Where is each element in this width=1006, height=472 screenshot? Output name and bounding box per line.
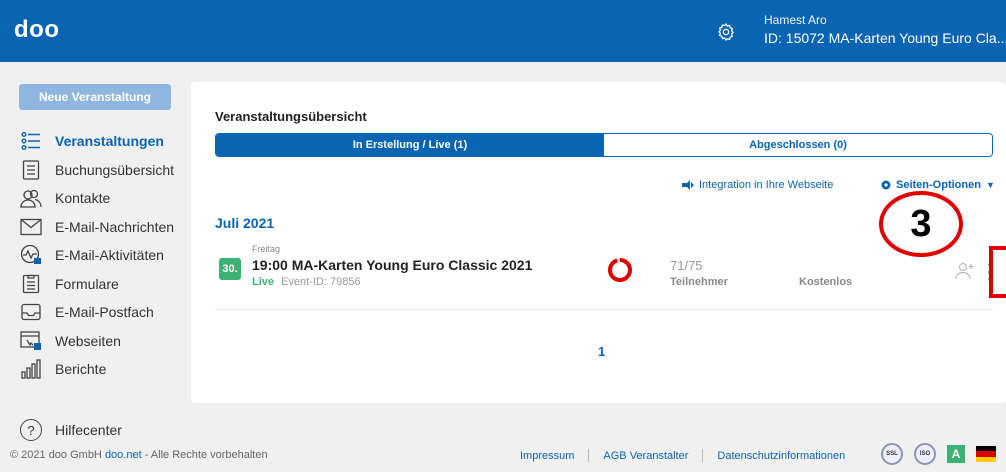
inbox-icon	[20, 301, 42, 323]
sidebar-item-label: E-Mail-Postfach	[55, 304, 154, 321]
tab-abgeschlossen[interactable]: Abgeschlossen (0)	[604, 134, 992, 156]
german-flag-icon[interactable]	[976, 446, 996, 462]
brand-link[interactable]: doo.net	[105, 449, 142, 461]
iso-badge-icon: ISO	[914, 443, 936, 465]
new-event-button[interactable]: Neue Veranstaltung	[19, 84, 171, 110]
sidebar-item-label: Buchungsübersicht	[55, 161, 175, 178]
gear-icon[interactable]	[716, 22, 736, 42]
page-options-link[interactable]: Seiten-Optionen ▼	[880, 179, 995, 191]
contacts-icon	[20, 187, 42, 209]
sidebar: Neue Veranstaltung Veranstaltungen Buchu…	[0, 62, 190, 441]
participants-ring	[608, 258, 632, 282]
question-icon: ?	[20, 419, 42, 441]
user-menu[interactable]: Hamest Aro ID: 15072 MA-Karten Young Eur…	[764, 11, 1006, 47]
event-title[interactable]: 19:00 MA-Karten Young Euro Classic 2021	[252, 257, 532, 273]
sidebar-item-label: Veranstaltungen	[55, 133, 164, 150]
event-overview-card: Veranstaltungsübersicht In Erstellung / …	[191, 82, 1006, 403]
tab-bar: In Erstellung / Live (1) Abgeschlossen (…	[215, 133, 993, 157]
footer: © 2021 doo GmbH doo.net - Alle Rechte vo…	[0, 440, 1006, 472]
month-heading: Juli 2021	[215, 215, 275, 231]
user-name: Hamest Aro	[764, 13, 827, 27]
footer-links: Impressum AGB Veranstalter Datenschutzin…	[520, 449, 845, 462]
integration-icon	[682, 180, 694, 190]
a-rating-badge-icon: A	[947, 445, 965, 463]
help-label: Hilfecenter	[55, 422, 122, 438]
user-id-line: ID: 15072 MA-Karten Young Euro Cla...	[764, 30, 1006, 46]
page-title: Veranstaltungsübersicht	[215, 109, 367, 124]
sidebar-item-label: Formulare	[55, 275, 119, 292]
sidebar-item-label: E-Mail-Aktivitäten	[55, 247, 164, 264]
tab-in-erstellung-live[interactable]: In Erstellung / Live (1)	[216, 134, 604, 156]
copyright: © 2021 doo GmbH doo.net - Alle Rechte vo…	[10, 449, 268, 461]
copyright-suffix: - Alle Rechte vorbehalten	[141, 449, 268, 461]
sidebar-item-webseiten[interactable]: Webseiten	[20, 327, 174, 356]
envelope-icon	[20, 216, 42, 238]
agb-link[interactable]: AGB Veranstalter	[603, 450, 688, 462]
list-icon	[20, 130, 42, 152]
activity-icon	[20, 244, 42, 266]
sidebar-item-email-postfach[interactable]: E-Mail-Postfach	[20, 298, 174, 327]
sidebar-item-label: Kontakte	[55, 190, 111, 207]
pagination-page[interactable]: 1	[598, 344, 605, 359]
sidebar-item-label: E-Mail-Nachrichten	[55, 218, 175, 235]
ssl-badge-icon: SSL	[881, 443, 903, 465]
integration-label: Integration in Ihre Webseite	[699, 179, 834, 191]
add-participant-icon[interactable]	[955, 261, 975, 281]
bar-chart-icon	[20, 358, 42, 380]
copyright-prefix: © 2021 doo GmbH	[10, 449, 105, 461]
integration-link[interactable]: Integration in Ihre Webseite	[681, 179, 833, 191]
form-icon	[20, 273, 42, 295]
event-day-badge: 30.	[219, 258, 241, 280]
sidebar-item-formulare[interactable]: Formulare	[20, 270, 174, 299]
help-center-link[interactable]: ? Hilfecenter	[20, 419, 122, 441]
event-weekday: Freitag	[252, 244, 281, 254]
privacy-link[interactable]: Datenschutzinformationen	[717, 450, 845, 462]
caret-down-icon: ▼	[985, 180, 995, 190]
participants-count: 71/75	[670, 258, 703, 273]
sidebar-item-label: Berichte	[55, 361, 107, 378]
sidebar-item-kontakte[interactable]: Kontakte	[20, 184, 174, 213]
event-row[interactable]: Freitag 30. 19:00 MA-Karten Young Euro C…	[215, 242, 993, 310]
sidebar-item-buchungsuebersicht[interactable]: Buchungsübersicht	[20, 156, 174, 185]
sidebar-item-label: Webseiten	[55, 332, 121, 349]
sidebar-item-veranstaltungen[interactable]: Veranstaltungen	[20, 127, 174, 156]
status-badge: Live	[252, 276, 275, 288]
sidebar-item-email-aktivitaeten[interactable]: E-Mail-Aktivitäten	[20, 241, 174, 270]
impressum-link[interactable]: Impressum	[520, 450, 574, 462]
annotation-step-number: 3	[879, 191, 963, 257]
divider	[588, 449, 590, 462]
webpage-icon	[20, 330, 42, 352]
divider	[702, 449, 704, 462]
sidebar-nav: Veranstaltungen Buchungsübersicht Kontak…	[20, 127, 174, 384]
certification-badges: SSL ISO A	[881, 443, 996, 465]
top-bar: doo Hamest Aro ID: 15072 MA-Karten Young…	[0, 0, 1006, 62]
event-subline: Live Event-ID: 79856	[252, 276, 361, 288]
cog-icon	[881, 180, 891, 190]
price-label: Kostenlos	[799, 276, 853, 288]
annotation-highlight-box	[989, 246, 1006, 298]
sidebar-item-email-nachrichten[interactable]: E-Mail-Nachrichten	[20, 213, 174, 242]
logo[interactable]: doo	[14, 16, 59, 44]
participants-label: Teilnehmer	[670, 276, 728, 288]
document-list-icon	[20, 159, 42, 181]
sidebar-item-berichte[interactable]: Berichte	[20, 355, 174, 384]
page-options-label: Seiten-Optionen	[896, 179, 981, 191]
event-id: Event-ID: 79856	[281, 276, 361, 288]
